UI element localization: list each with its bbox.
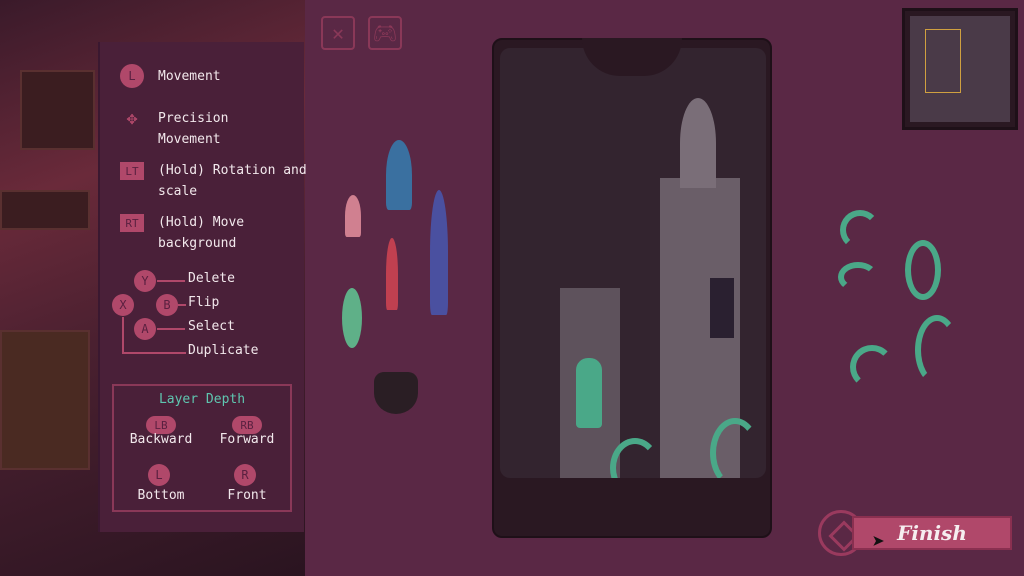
y-button-icon: Y	[134, 270, 156, 292]
left-stick-icon: L	[120, 64, 144, 88]
control-label: Movement	[158, 69, 221, 84]
scene-canvas[interactable]	[500, 48, 766, 478]
b-button-icon: B	[156, 294, 178, 316]
x-button-icon: X	[112, 294, 134, 316]
stairs	[0, 330, 90, 470]
sticker-iris[interactable]	[386, 140, 412, 210]
control-precision: ✥ Precision Movement	[120, 108, 290, 150]
forward-label: Forward	[219, 432, 275, 447]
gamepad-icon[interactable]: 🎮︎	[368, 16, 402, 50]
right-trigger-icon: RT	[120, 214, 144, 232]
tower-spire	[680, 98, 716, 188]
sticker-cauldron[interactable]	[374, 372, 418, 414]
sticker-tentacle[interactable]	[850, 345, 894, 389]
delete-label: Delete	[188, 271, 235, 286]
controls-panel: L Movement ✥ Precision Movement LT (Hold…	[98, 42, 307, 532]
duplicate-label: Duplicate	[188, 343, 259, 358]
counter	[0, 190, 90, 230]
backward-label: Backward	[129, 432, 193, 447]
statue	[576, 358, 602, 428]
sticker-leaf[interactable]	[342, 288, 362, 348]
left-stick-press-icon: L	[148, 464, 170, 486]
character	[710, 278, 734, 338]
dpad-icon: ✥	[126, 107, 138, 129]
left-trigger-icon: LT	[120, 162, 144, 180]
control-move-bg: RT (Hold) Move background	[120, 212, 300, 254]
sticker-lavender[interactable]	[430, 190, 448, 315]
sticker-tentacle[interactable]	[838, 262, 878, 292]
layer-depth-title: Layer Depth	[158, 392, 246, 407]
tentacle	[710, 418, 760, 478]
photo-card	[492, 38, 772, 538]
connector-line	[178, 304, 186, 306]
shelf	[20, 70, 95, 150]
minimap-viewport	[925, 29, 961, 93]
close-icon[interactable]: ✕	[321, 16, 355, 50]
sticker-tentacle[interactable]	[840, 210, 880, 250]
control-label: (Hold) Move background	[158, 215, 245, 251]
sticker-tentacle[interactable]	[905, 240, 941, 300]
control-label: (Hold) Rotation and scale	[158, 163, 307, 199]
front-label: Front	[227, 488, 267, 503]
sticker-tentacle[interactable]	[915, 315, 959, 385]
control-label: Precision Movement	[158, 111, 229, 147]
a-button-icon: A	[134, 318, 156, 340]
select-label: Select	[188, 319, 235, 334]
control-movement: L Movement	[120, 64, 221, 88]
sticker-red-flower[interactable]	[386, 238, 398, 310]
flip-label: Flip	[188, 295, 220, 310]
connector-line	[122, 317, 124, 353]
bottom-label: Bottom	[137, 488, 185, 503]
minimap[interactable]	[902, 8, 1018, 130]
cursor-icon: ➤	[872, 530, 886, 555]
layer-depth-box: Layer Depth LB Backward RB Forward L Bot…	[112, 384, 292, 512]
connector-line	[122, 352, 186, 354]
right-stick-press-icon: R	[234, 464, 256, 486]
connector-line	[157, 328, 185, 330]
connector-line	[157, 280, 185, 282]
sticker-rose[interactable]	[345, 195, 361, 237]
control-rotation: LT (Hold) Rotation and scale	[120, 160, 310, 202]
